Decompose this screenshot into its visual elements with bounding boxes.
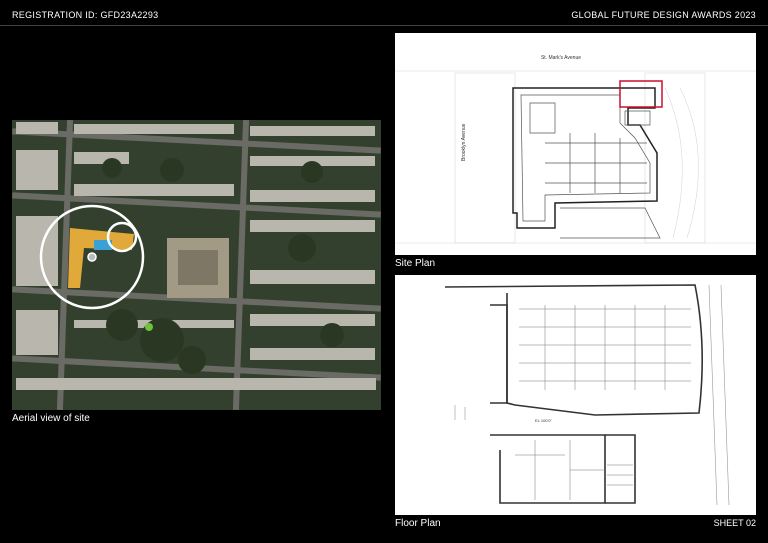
aerial-photo-illustration <box>12 120 381 410</box>
floor-plan-caption: Floor Plan <box>395 518 441 529</box>
award-title: GLOBAL FUTURE DESIGN AWARDS 2023 <box>571 10 756 20</box>
site-plan-illustration <box>395 70 756 244</box>
registration-id: REGISTRATION ID: GFD23A2293 <box>12 10 159 20</box>
site-plan-caption: Site Plan <box>395 258 436 269</box>
header-divider <box>0 25 768 26</box>
aerial-caption: Aerial view of site <box>12 413 90 424</box>
street-label-top: St. Mark's Avenue <box>540 55 582 61</box>
site-plan-drawing: St. Mark's Avenue Brooklyn Avenue <box>395 33 756 255</box>
floor-plan-drawing: EL 100'0" <box>395 275 756 515</box>
street-label-left: Brooklyn Avenue <box>461 123 467 161</box>
sheet-number: SHEET 02 <box>713 518 756 528</box>
floor-plan-illustration <box>444 284 730 506</box>
room-elevation-tag: EL 100'0" <box>535 418 552 423</box>
aerial-view-image <box>12 120 381 410</box>
